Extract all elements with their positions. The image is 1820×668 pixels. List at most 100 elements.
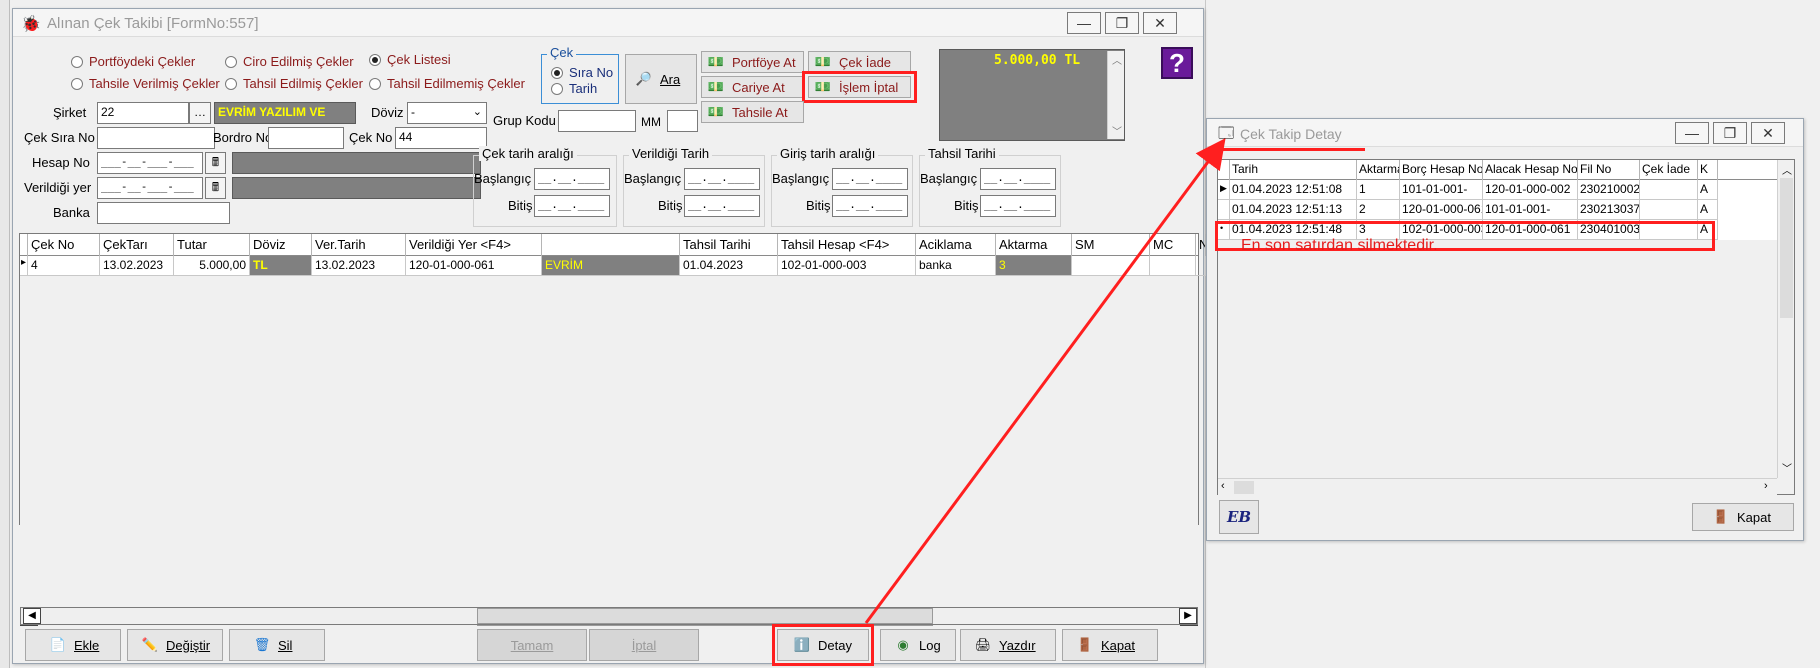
scroll-thumb[interactable] [477,608,933,624]
detail-cell[interactable]: 120-01-000-002 [1483,180,1578,200]
detail-hscroll-thumb[interactable] [1234,481,1254,494]
detail-hscrollbar[interactable]: ‹ › [1218,478,1777,495]
kapat-button[interactable]: 🚪 Kapat [1062,629,1158,661]
scroll-right-icon[interactable]: › [1764,480,1768,492]
grid-cell[interactable]: banka [916,256,996,276]
scroll-left-icon[interactable]: ‹ [1221,480,1225,492]
grid-cell[interactable] [1072,256,1150,276]
banka-input[interactable] [97,202,230,224]
detail-row[interactable]: ▶ 01.04.2023 12:51:08 1 101-01-001- 120-01-0… [1218,180,1777,200]
detail-column-header[interactable]: Tarih [1230,160,1357,180]
eb-logo-button[interactable]: EB [1219,500,1259,534]
grid-column-header[interactable]: Tahsil Hesap <F4> [778,234,916,256]
radio-tahsile-verilmis[interactable] [71,78,83,90]
end-date-input[interactable]: __.__.____ [684,195,760,217]
detail-column-header[interactable]: Borç Hesap No [1400,160,1483,180]
cek-sira-no-input[interactable] [97,127,215,149]
log-button[interactable]: ◉ Log [880,629,956,661]
degistir-button[interactable]: ✏️ Değiştir [127,629,223,661]
grid-cell[interactable] [1150,256,1196,276]
grid-column-header[interactable]: SM [1072,234,1150,256]
grid-cell[interactable]: 102-01-000-003 [778,256,916,276]
radio-liste[interactable] [369,54,381,66]
grid-cell[interactable]: EVRİM [542,256,680,276]
cek-no-input[interactable]: 44 [395,127,487,149]
detail-cell[interactable]: 120-01-000-061 [1400,200,1483,220]
grid-cell[interactable]: 5.000,00 [174,256,250,276]
grid-column-header[interactable]: Döviz [250,234,312,256]
detail-cell[interactable]: 230213037 [1578,200,1640,220]
doviz-select[interactable]: - ⌄ [407,102,487,124]
grid-column-header[interactable]: Tutar [174,234,250,256]
verildigi-yer-calculator-button[interactable]: 🖩 [205,177,226,199]
grid-column-header[interactable]: ÇekTarı [100,234,174,256]
detail-cell[interactable]: 2 [1357,200,1400,220]
ara-button[interactable]: 🔎 Ara [625,54,697,104]
grid-column-header[interactable]: Tahsil Tarihi [680,234,778,256]
radio-tahsil-edilmis[interactable] [225,78,237,90]
grid-column-header[interactable]: Çek No [28,234,100,256]
grid-column-header[interactable]: Verildiği Yer <F4> [406,234,542,256]
end-date-input[interactable]: __.__.____ [832,195,908,217]
help-button[interactable]: ? [1161,47,1193,79]
detail-column-header[interactable]: K [1698,160,1718,180]
grid-cell[interactable]: 3 [996,256,1072,276]
grid-cell[interactable]: 13.02.2023 [312,256,406,276]
detail-cell[interactable]: 230210002 [1578,180,1640,200]
scroll-down-icon[interactable]: ﹀ [1782,460,1792,475]
detail-column-header[interactable]: Fil No [1578,160,1640,180]
detail-cell[interactable] [1640,200,1698,220]
minimize-button[interactable]: — [1067,12,1101,34]
bordro-no-input[interactable] [268,127,344,149]
amount-scrollbar[interactable]: ︿ ﹀ [1107,51,1124,139]
grid-hscrollbar-visible[interactable]: ◀ ▶ [20,607,1198,625]
iptal-button[interactable]: İptal [589,629,699,661]
yazdir-button[interactable]: 🖨 Yazdır [960,629,1056,661]
grid-column-header[interactable]: Ver.Tarih [312,234,406,256]
detail-maximize-button[interactable]: ❐ [1713,122,1747,144]
grid-cell[interactable]: TL [250,256,312,276]
cariye-at-button[interactable]: 💵 Cariye At [701,76,804,98]
start-date-input[interactable]: __.__.____ [534,168,610,190]
radio-tahsil-edilmemis[interactable] [369,78,381,90]
maximize-button[interactable]: ❐ [1105,12,1139,34]
scroll-up-icon[interactable]: ︿ [1782,162,1792,177]
grid-cell[interactable]: 13.02.2023 [100,256,174,276]
grid-column-header[interactable]: MC [1150,234,1196,256]
grid-column-header[interactable]: N [1196,234,1206,256]
detail-row[interactable]: 01.04.2023 12:51:13 2 120-01-000-061 101-01… [1218,200,1777,220]
start-date-input[interactable]: __.__.____ [684,168,760,190]
detail-cell[interactable]: A [1698,180,1718,200]
grup-kodu-input[interactable] [558,110,636,132]
ekle-button[interactable]: 📄 Ekle [25,629,121,661]
detail-vscroll-thumb[interactable] [1780,178,1793,318]
radio-tarih[interactable] [551,83,563,95]
scroll-down-icon[interactable]: ﹀ [1112,123,1122,138]
detail-vscrollbar[interactable]: ︿ ﹀ [1777,160,1794,478]
portfoye-at-button[interactable]: 💵 Portföye At [701,51,804,73]
sirket-input[interactable]: 22 [97,102,189,124]
sil-button[interactable]: 🗑 Sil [229,629,325,661]
detail-cell[interactable]: 01.04.2023 12:51:13 [1230,200,1357,220]
tahsile-at-button[interactable]: 💵 Tahsile At [701,101,804,123]
detail-minimize-button[interactable]: — [1675,122,1709,144]
grid-cell[interactable] [1196,256,1206,276]
detail-cell[interactable]: 101-01-001- [1483,200,1578,220]
detail-column-header[interactable]: Aktarma [1357,160,1400,180]
detail-cell[interactable] [1640,180,1698,200]
hesap-no-input[interactable]: ___-__-___-___ [97,152,203,174]
grid-column-header[interactable]: Aktarma [996,234,1072,256]
scroll-left-button[interactable]: ◀ [23,608,41,624]
grid-row[interactable]: ▸ 4 13.02.2023 5.000,00 TL 13.02.2023 120-01-… [20,256,1206,276]
detail-kapat-button[interactable]: 🚪 Kapat [1692,503,1794,531]
start-date-input[interactable]: __.__.____ [832,168,908,190]
detail-close-button[interactable]: ✕ [1751,122,1785,144]
end-date-input[interactable]: __.__.____ [534,195,610,217]
end-date-input[interactable]: __.__.____ [980,195,1056,217]
scroll-up-icon[interactable]: ︿ [1112,52,1122,67]
start-date-input[interactable]: __.__.____ [980,168,1056,190]
hesap-no-calculator-button[interactable]: 🖩 [205,152,226,174]
radio-portfoy[interactable] [71,56,83,68]
cek-iade-button[interactable]: 💵 Çek İade [808,51,911,73]
sirket-lookup-button[interactable]: … [189,102,211,124]
